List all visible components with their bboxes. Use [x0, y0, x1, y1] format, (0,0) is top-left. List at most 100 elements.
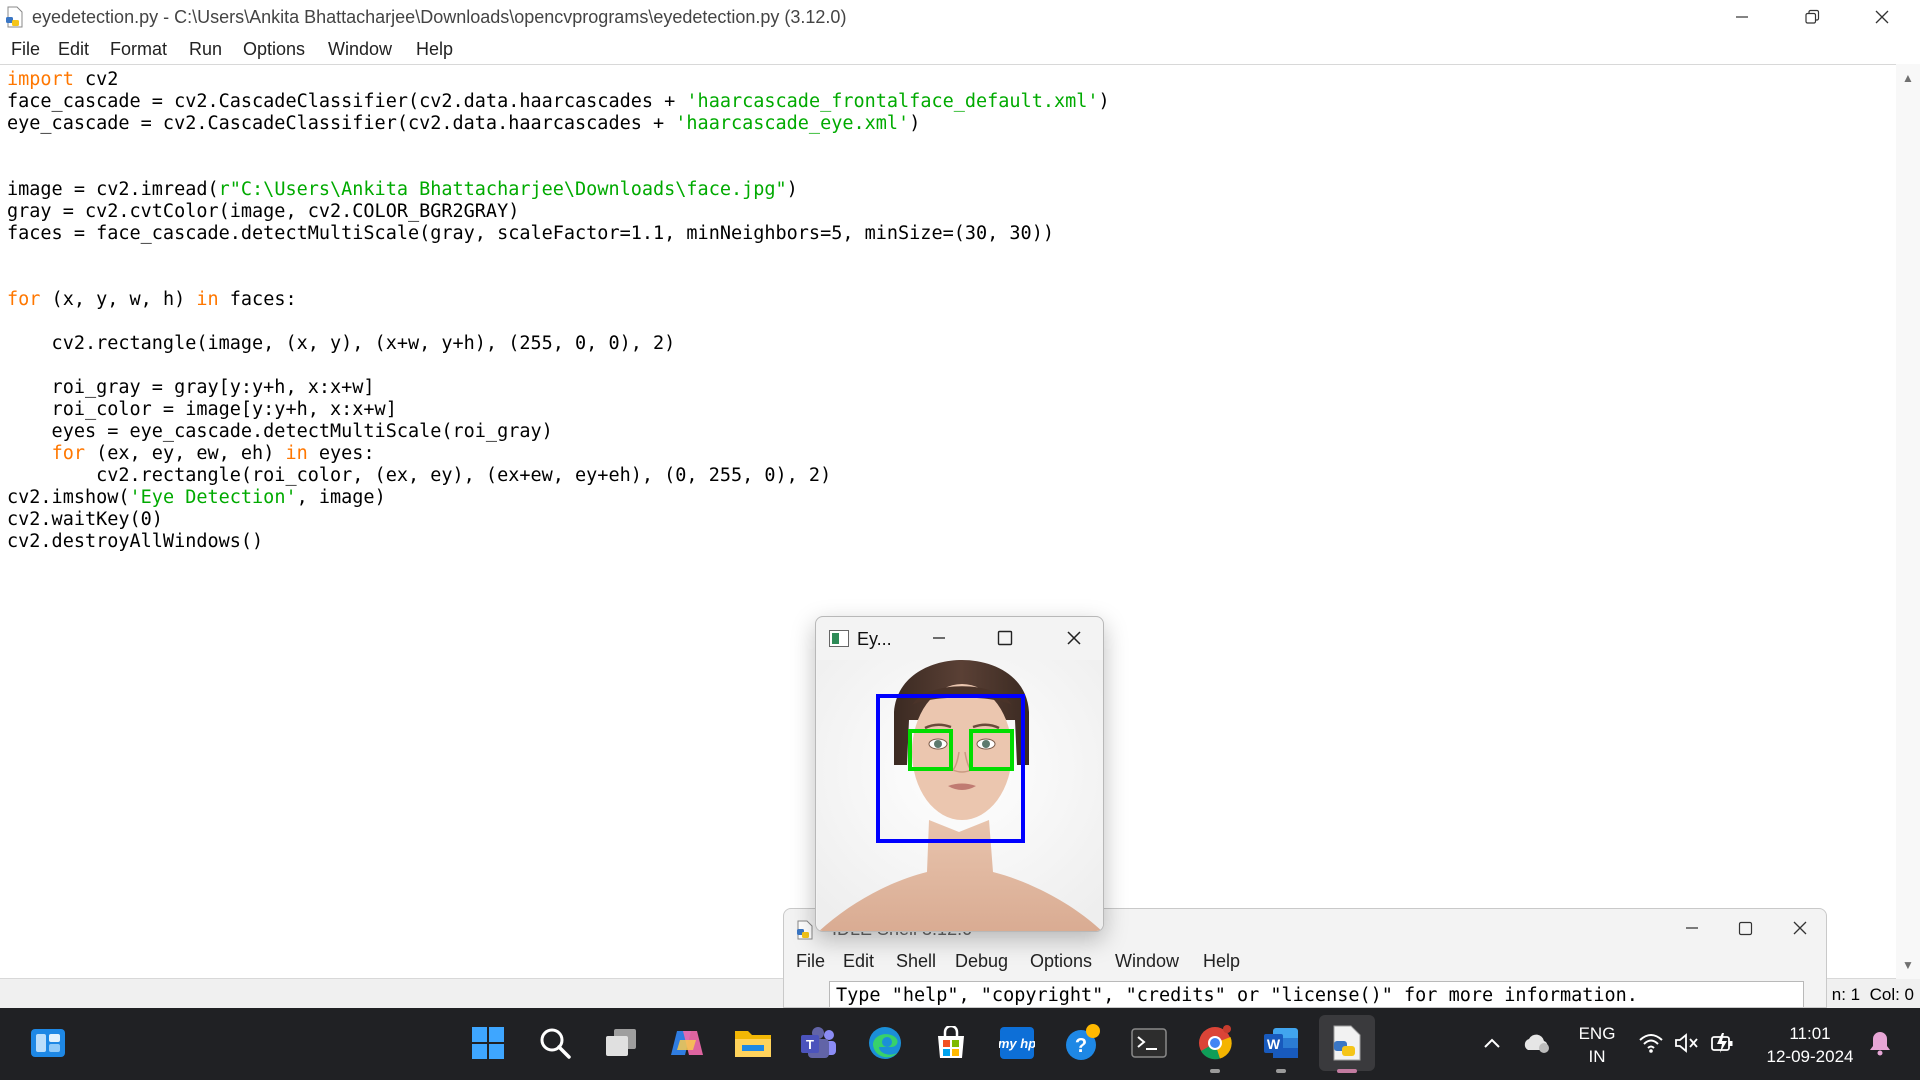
- code-text: eyes:: [307, 443, 375, 464]
- code-string: 'haarcascade_eye.xml': [675, 113, 910, 134]
- code-text: cv2: [73, 69, 119, 90]
- minimize-icon: [933, 637, 945, 639]
- word-icon: W: [1264, 1028, 1298, 1058]
- shell-menu-shell[interactable]: Shell: [896, 951, 936, 972]
- code-text: image = cv2.imread(: [7, 179, 219, 200]
- get-help-button[interactable]: ?: [1055, 1015, 1111, 1071]
- scroll-down-icon[interactable]: ▼: [1896, 955, 1920, 975]
- shell-menu-edit[interactable]: Edit: [843, 951, 874, 972]
- menu-options[interactable]: Options: [243, 39, 305, 60]
- chrome-button[interactable]: [1187, 1015, 1243, 1071]
- onedrive-button[interactable]: [1522, 1028, 1552, 1058]
- teams-button[interactable]: T: [791, 1015, 847, 1071]
- title-bar[interactable]: eyedetection.py - C:\Users\Ankita Bhatta…: [0, 0, 1920, 34]
- code-line: cv2.waitKey(0): [7, 509, 1110, 531]
- cv-title-bar[interactable]: Ey...: [816, 617, 1103, 659]
- clock[interactable]: 11:01 12-09-2024: [1755, 1022, 1865, 1068]
- clock-time: 11:01: [1789, 1024, 1831, 1043]
- menu-run[interactable]: Run: [189, 39, 222, 60]
- code-line: cv2.rectangle(image, (x, y), (x+w, y+h),…: [7, 333, 1110, 355]
- shell-menu-help[interactable]: Help: [1203, 951, 1240, 972]
- menu-window[interactable]: Window: [328, 39, 392, 60]
- cv-window-title: Ey...: [857, 629, 892, 649]
- close-icon: [1875, 10, 1889, 24]
- wifi-button[interactable]: [1636, 1028, 1666, 1058]
- terminal-button[interactable]: [1121, 1015, 1177, 1071]
- shell-menu-options[interactable]: Options: [1030, 951, 1092, 972]
- close-icon: [1793, 921, 1807, 935]
- word-running-indicator: [1276, 1069, 1286, 1073]
- cv-minimize-button[interactable]: [913, 617, 965, 659]
- code-text: cv2.waitKey(0): [7, 509, 163, 530]
- edge-icon: [869, 1027, 901, 1059]
- myhp-icon: my hp: [999, 1027, 1035, 1059]
- restore-button[interactable]: [1778, 0, 1846, 34]
- close-button[interactable]: [1848, 0, 1916, 34]
- shell-output[interactable]: Type "help", "copyright", "credits" or "…: [829, 981, 1804, 1007]
- word-button[interactable]: W: [1253, 1015, 1309, 1071]
- help-icon: ?: [1066, 1024, 1100, 1060]
- code-text: (x, y, w, h): [40, 289, 197, 310]
- shell-maximize-button[interactable]: [1717, 909, 1773, 947]
- svg-text:T: T: [806, 1037, 814, 1052]
- search-button[interactable]: [527, 1015, 583, 1071]
- window-title: eyedetection.py - C:\Users\Ankita Bhatta…: [32, 7, 847, 27]
- edge-button[interactable]: [857, 1015, 913, 1071]
- task-view-button[interactable]: [593, 1015, 649, 1071]
- shell-menu-window[interactable]: Window: [1115, 951, 1179, 972]
- shell-minimize-button[interactable]: [1658, 909, 1726, 947]
- cursor-position: n: 1 Col: 0: [1831, 985, 1914, 1004]
- microsoft-store-button[interactable]: [923, 1015, 979, 1071]
- minimize-button[interactable]: [1708, 0, 1776, 34]
- code-line: import cv2: [7, 69, 1110, 91]
- cv-close-button[interactable]: [1048, 617, 1100, 659]
- python-idle-button[interactable]: [1319, 1015, 1375, 1071]
- code-line: faces = face_cascade.detectMultiScale(gr…: [7, 223, 1110, 245]
- vertical-scrollbar[interactable]: ▲ ▼: [1896, 64, 1920, 979]
- myhp-button[interactable]: my hp: [989, 1015, 1045, 1071]
- eye-detection-window: Ey...: [815, 616, 1104, 932]
- input-language[interactable]: ENG IN: [1575, 1022, 1619, 1068]
- cv-maximize-button[interactable]: [979, 617, 1031, 659]
- menu-help[interactable]: Help: [416, 39, 453, 60]
- terminal-icon: [1131, 1028, 1167, 1058]
- clock-date: 12-09-2024: [1766, 1047, 1854, 1066]
- shell-menu-file[interactable]: File: [796, 951, 825, 972]
- shell-menu-debug[interactable]: Debug: [955, 951, 1008, 972]
- code-text: cv2.rectangle(image, (x, y), (x+w, y+h),…: [7, 333, 676, 354]
- scroll-up-icon[interactable]: ▲: [1896, 68, 1920, 88]
- menu-format[interactable]: Format: [110, 39, 167, 60]
- start-button[interactable]: [460, 1015, 516, 1071]
- copilot-button[interactable]: [659, 1015, 715, 1071]
- menu-file[interactable]: File: [11, 39, 40, 60]
- code-text: eyes = eye_cascade.detectMultiScale(roi_…: [7, 421, 553, 442]
- close-icon: [1067, 631, 1081, 645]
- face: [912, 684, 1012, 820]
- code-keyword: for: [7, 289, 41, 310]
- code-line: cv2.rectangle(roi_color, (ex, ey), (ex+e…: [7, 465, 1110, 487]
- notifications-button[interactable]: [1865, 1028, 1895, 1058]
- code-text: (ex, ey, ew, eh): [84, 443, 286, 464]
- shell-close-button[interactable]: [1773, 909, 1826, 947]
- code-text: eye_cascade = cv2.CascadeClassifier(cv2.…: [7, 113, 676, 134]
- menu-edit[interactable]: Edit: [58, 39, 89, 60]
- svg-text:?: ?: [1075, 1035, 1087, 1057]
- detection-image: [817, 660, 1103, 931]
- code-keyword: in: [285, 443, 308, 464]
- volume-button[interactable]: [1672, 1028, 1702, 1058]
- code-string: r"C:\Users\Ankita Bhattacharjee\Download…: [218, 179, 787, 200]
- code-keyword: for: [51, 443, 85, 464]
- battery-button[interactable]: [1708, 1028, 1738, 1058]
- show-hidden-icons-button[interactable]: [1477, 1028, 1507, 1058]
- code-text: cv2.rectangle(roi_color, (ex, ey), (ex+e…: [7, 465, 832, 486]
- file-explorer-button[interactable]: [725, 1015, 781, 1071]
- widgets-button[interactable]: [20, 1015, 76, 1071]
- chrome-running-indicator: [1210, 1069, 1220, 1073]
- code-keyword: import: [7, 69, 74, 90]
- shell-output-line: Type "help", "copyright", "credits" or "…: [836, 985, 1638, 1006]
- code-text: faces = face_cascade.detectMultiScale(gr…: [7, 223, 1054, 244]
